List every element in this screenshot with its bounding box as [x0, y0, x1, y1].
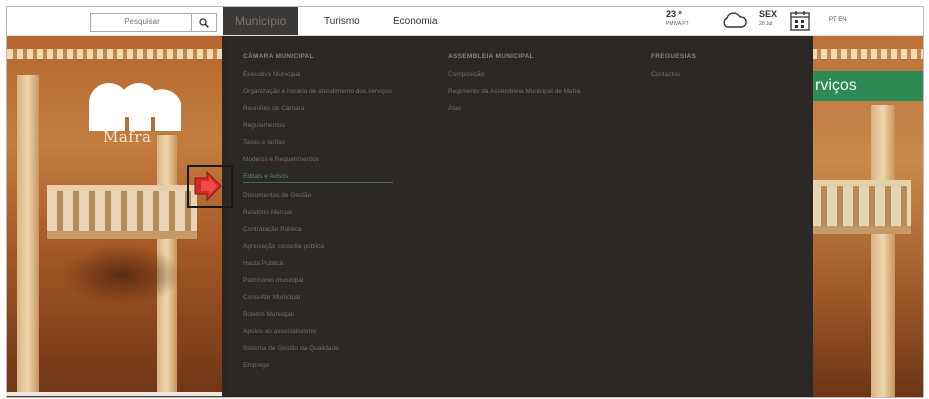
- balcony: [47, 185, 197, 239]
- menu-column-list: Executivo Municipal Organização e horário…: [243, 70, 413, 370]
- menu-link[interactable]: Património municipal: [243, 276, 413, 285]
- menu-link[interactable]: Regulamentos: [243, 121, 413, 130]
- red-arrow-icon: [194, 170, 222, 202]
- menu-link[interactable]: Atas: [448, 104, 598, 113]
- menu-column-heading: ASSEMBLEIA MUNICIPAL: [448, 53, 534, 60]
- menu-link[interactable]: Organização e horário de atendimento dos…: [243, 87, 413, 96]
- menu-column-list: Composição Regimento da Assembleia Munici…: [448, 70, 598, 113]
- menu-link[interactable]: Relatório Mensal: [243, 208, 413, 217]
- balcony-shadow: [62, 245, 182, 305]
- top-bar: Município Turismo Economia 23 º PMIVA PT…: [7, 7, 923, 36]
- menu-column-camara: CÂMARA MUNICIPAL Executivo Municipal Orga…: [243, 53, 413, 378]
- search-button[interactable]: [191, 14, 216, 31]
- menu-link[interactable]: Regimento da Assembleia Municipal de Maf…: [448, 87, 598, 96]
- brand-name: Mafra: [103, 128, 152, 146]
- services-button[interactable]: rviços: [813, 71, 923, 101]
- menu-column-assembleia: ASSEMBLEIA MUNICIPAL Composição Regimento…: [448, 53, 598, 121]
- stone-column: [871, 105, 895, 397]
- menu-link[interactable]: Executivo Municipal: [243, 70, 413, 79]
- menu-link[interactable]: Sistema de Gestão da Qualidade: [243, 344, 413, 353]
- menu-link[interactable]: Emprego: [243, 361, 413, 370]
- search-input[interactable]: [91, 14, 189, 29]
- menu-link[interactable]: Consultar Municipal: [243, 293, 413, 302]
- menu-link[interactable]: Taxas e tarifas: [243, 138, 413, 147]
- menu-column-freguesias: FREGUESIAS Contactos: [651, 53, 771, 87]
- menu-link[interactable]: Documentos de Gestão: [243, 191, 413, 200]
- bottom-strip: [6, 392, 222, 396]
- search-icon: [199, 17, 209, 28]
- menu-column-heading: FREGUESIAS: [651, 53, 697, 60]
- menu-link[interactable]: Contactos: [651, 70, 771, 79]
- menu-link[interactable]: Reuniões de Câmara: [243, 104, 413, 113]
- municipio-dropdown: CÂMARA MUNICIPAL Executivo Municipal Orga…: [229, 35, 813, 397]
- menu-link[interactable]: Boletim Municipal: [243, 310, 413, 319]
- language-switcher[interactable]: PT EN: [829, 17, 847, 23]
- date-day: 20 Jul: [759, 21, 773, 27]
- menu-link[interactable]: Apoios ao associativismo: [243, 327, 413, 336]
- highlight-box: [187, 165, 233, 208]
- menu-link[interactable]: Apreciação consulta pública: [243, 242, 413, 251]
- menu-link[interactable]: Hasta Pública: [243, 259, 413, 268]
- weather-location: PMIVA PT: [666, 21, 689, 27]
- browser-frame: Mafra CÂMARA MUNICIPAL Executivo Municip…: [6, 6, 924, 398]
- menu-column-list: Contactos: [651, 70, 771, 79]
- calendar-icon[interactable]: [790, 10, 810, 31]
- nav-economia[interactable]: Economia: [393, 7, 437, 35]
- nav-turismo[interactable]: Turismo: [324, 7, 360, 35]
- stone-column: [17, 75, 39, 395]
- temperature: 23 º: [666, 9, 682, 19]
- menu-link[interactable]: Modelos e Requerimentos: [243, 155, 413, 164]
- menu-link[interactable]: Composição: [448, 70, 598, 79]
- nav-municipio[interactable]: Município: [223, 7, 299, 35]
- weekday: SEX: [759, 9, 778, 19]
- menu-link[interactable]: Editais e Avisos: [243, 172, 393, 183]
- menu-link[interactable]: Contratação Pública: [243, 225, 413, 234]
- date-widget: SEX 20 Jul: [759, 10, 777, 29]
- cloud-icon: [723, 12, 747, 28]
- cornice-decoration: [7, 49, 222, 59]
- menu-column-heading: CÂMARA MUNICIPAL: [243, 53, 314, 60]
- balcony: [811, 180, 911, 234]
- weather-widget: 23 º PMIVA PT: [666, 10, 689, 29]
- mafra-m-logo-icon: [89, 83, 181, 131]
- cornice-decoration: [811, 49, 923, 59]
- mafra-logo[interactable]: [87, 81, 183, 131]
- search-box: [90, 13, 217, 32]
